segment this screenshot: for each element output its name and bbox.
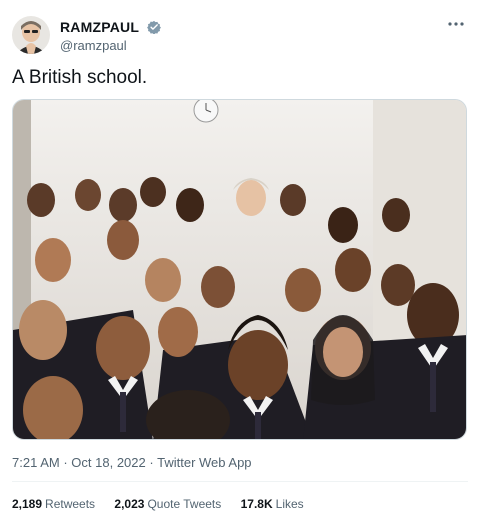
tweet-time[interactable]: 7:21 AM <box>12 455 60 470</box>
avatar[interactable] <box>12 16 50 54</box>
tweet-text: A British school. <box>12 67 148 88</box>
quote-tweets-count: 2,023 <box>114 497 145 511</box>
quote-tweets-stat[interactable]: 2,023 Quote Tweets <box>114 497 221 511</box>
tweet-source[interactable]: Twitter Web App <box>157 455 251 470</box>
group-photo-image <box>13 100 466 439</box>
likes-stat[interactable]: 17.8K Likes <box>241 497 304 511</box>
tweet-date[interactable]: Oct 18, 2022 <box>71 455 145 470</box>
quote-tweets-label: Quote Tweets <box>147 497 222 511</box>
retweets-stat[interactable]: 2,189 Retweets <box>12 497 95 511</box>
avatar-image <box>12 16 50 54</box>
meta-separator: · <box>149 455 154 470</box>
retweets-label: Retweets <box>45 497 96 511</box>
tweet-header: RAMZPAUL @ramzpaul <box>12 12 468 56</box>
retweets-count: 2,189 <box>12 497 43 511</box>
likes-count: 17.8K <box>240 497 273 511</box>
tweet-card: RAMZPAUL @ramzpaul A British school. 7:2… <box>0 0 480 524</box>
tweet-stats: 2,189 Retweets 2,023 Quote Tweets 17.8K Lik… <box>12 497 320 511</box>
tweet-meta: 7:21 AM · Oct 18, 2022 · Twitter Web App <box>12 455 252 470</box>
likes-label: Likes <box>275 497 304 511</box>
display-name[interactable]: RAMZPAUL <box>60 19 139 35</box>
verified-badge-icon <box>146 20 161 35</box>
meta-separator: · <box>63 455 68 470</box>
tweet-photo[interactable] <box>12 99 467 440</box>
divider <box>12 481 468 482</box>
more-options-icon[interactable] <box>444 16 468 34</box>
author-block: RAMZPAUL @ramzpaul <box>60 18 161 53</box>
user-handle[interactable]: @ramzpaul <box>60 38 161 53</box>
